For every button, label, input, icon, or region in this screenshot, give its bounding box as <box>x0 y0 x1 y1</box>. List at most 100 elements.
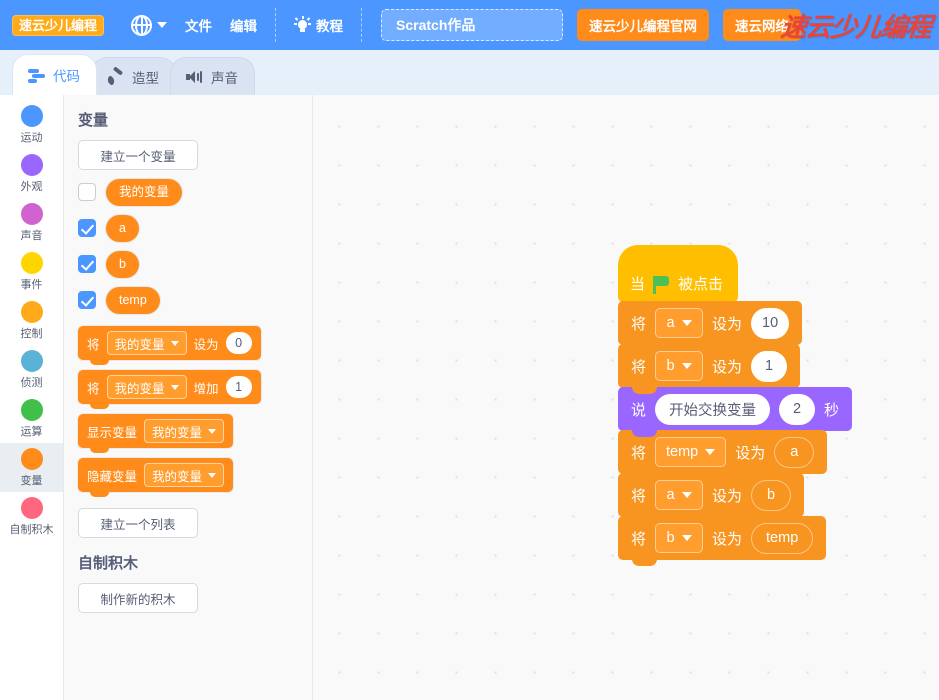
brand-logo: 速云少儿编程 <box>779 12 933 42</box>
block-label-mid: 设为 <box>712 530 743 548</box>
category-color-dot <box>20 447 43 470</box>
palette-block-set-variable[interactable]: 将 我的变量 设为 0 <box>78 326 261 365</box>
dropdown-label: 我的变量 <box>152 425 203 440</box>
variable-row-my-variable[interactable]: 我的变量 <box>78 178 312 206</box>
variable-dropdown[interactable]: 我的变量 <box>144 419 225 443</box>
script-stack[interactable]: 当 被点击 将 a 设为 10 将 b 设为 1 说 开始交换变量 2 秒 将 … <box>618 245 853 566</box>
variable-reporter[interactable]: a <box>774 436 815 468</box>
block-set-a-to-10[interactable]: 将 a 设为 10 <box>618 301 803 351</box>
official-site-button[interactable]: 速云少儿编程官网 <box>577 9 710 41</box>
variable-dropdown[interactable]: a <box>655 480 704 510</box>
tab-costumes-label: 造型 <box>132 70 159 86</box>
variable-reporter[interactable]: b <box>751 479 792 511</box>
code-icon <box>27 67 46 83</box>
variable-checkbox[interactable] <box>78 291 96 309</box>
variable-dropdown[interactable]: 我的变量 <box>144 463 225 487</box>
chevron-down-icon <box>208 428 217 434</box>
variable-dropdown[interactable]: 我的变量 <box>106 375 187 399</box>
number-input[interactable]: 10 <box>751 307 790 339</box>
block-label-pre: 将 <box>631 315 647 333</box>
variable-row-a[interactable]: a <box>78 214 312 242</box>
category-my-blocks[interactable]: 自制积木 <box>0 492 63 541</box>
dropdown-label: b <box>666 358 675 374</box>
number-input[interactable]: 1 <box>225 376 252 398</box>
palette-block-change-variable[interactable]: 将 我的变量 增加 1 <box>78 370 261 409</box>
variable-block[interactable]: b <box>106 250 139 278</box>
category-events[interactable]: 事件 <box>0 247 63 296</box>
block-label-pre: 说 <box>631 401 647 419</box>
seconds-input[interactable]: 2 <box>779 393 816 425</box>
speaker-icon <box>185 69 204 85</box>
tab-sounds-label: 声音 <box>211 70 238 86</box>
category-label: 侦测 <box>20 376 43 389</box>
menu-divider-2 <box>361 8 363 42</box>
category-operators[interactable]: 运算 <box>0 394 63 443</box>
chevron-down-icon <box>170 384 179 390</box>
brush-icon <box>105 65 125 86</box>
category-sound[interactable]: 声音 <box>0 198 63 247</box>
tab-bar: 代码 造型 声音 <box>0 50 939 95</box>
category-variables[interactable]: 变量 <box>0 443 63 492</box>
menu-divider-1 <box>275 8 277 42</box>
block-label-pre: 将 <box>631 487 647 505</box>
palette-block-hide-variable[interactable]: 隐藏变量 我的变量 <box>78 458 234 497</box>
variable-block[interactable]: 我的变量 <box>106 178 183 206</box>
dropdown-label: a <box>666 315 675 331</box>
variable-block[interactable]: temp <box>106 286 160 314</box>
category-sensing[interactable]: 侦测 <box>0 345 63 394</box>
category-color-dot <box>20 153 43 176</box>
category-looks[interactable]: 外观 <box>0 149 63 198</box>
say-text-input[interactable]: 开始交换变量 <box>655 393 771 425</box>
tab-code[interactable]: 代码 <box>12 54 97 95</box>
dropdown-label: a <box>666 487 675 503</box>
block-palette[interactable]: 变量 建立一个变量 我的变量 a b temp 将 我的变量 设为 0 将 我的… <box>64 95 313 700</box>
lightbulb-icon <box>294 15 312 34</box>
block-label-mid: 设为 <box>193 337 219 352</box>
script-canvas[interactable]: 当 被点击 将 a 设为 10 将 b 设为 1 说 开始交换变量 2 秒 将 … <box>313 95 939 700</box>
chevron-down-icon <box>705 449 716 455</box>
variable-reporter[interactable]: temp <box>751 522 814 554</box>
menu-tutorial[interactable]: 教程 <box>285 9 352 41</box>
category-control[interactable]: 控制 <box>0 296 63 345</box>
menu-tutorial-label: 教程 <box>316 19 344 34</box>
number-input[interactable]: 0 <box>225 332 252 354</box>
language-selector[interactable] <box>122 9 176 42</box>
variable-checkbox[interactable] <box>78 219 96 237</box>
variable-dropdown[interactable]: b <box>655 351 704 381</box>
menu-file[interactable]: 文件 <box>176 9 221 41</box>
variable-row-temp[interactable]: temp <box>78 286 312 314</box>
variable-block[interactable]: a <box>106 214 139 242</box>
block-label-pre: 显示变量 <box>87 425 138 440</box>
variable-dropdown[interactable]: temp <box>655 437 727 467</box>
category-label: 声音 <box>20 229 43 242</box>
tab-costumes[interactable]: 造型 <box>91 57 176 95</box>
variable-checkbox[interactable] <box>78 183 96 201</box>
globe-icon <box>131 14 153 36</box>
category-motion[interactable]: 运动 <box>0 100 63 149</box>
project-name-input[interactable] <box>381 9 564 41</box>
make-list-button[interactable]: 建立一个列表 <box>78 508 198 538</box>
variable-checkbox[interactable] <box>78 255 96 273</box>
menu-edit[interactable]: 编辑 <box>221 9 266 41</box>
palette-block-show-variable[interactable]: 显示变量 我的变量 <box>78 414 234 453</box>
variable-row-b[interactable]: b <box>78 250 312 278</box>
app-logo[interactable]: 速云少儿编程 <box>12 14 105 36</box>
category-color-dot <box>20 349 43 372</box>
variable-dropdown[interactable]: a <box>655 308 704 338</box>
tab-sounds[interactable]: 声音 <box>170 57 255 95</box>
variable-dropdown[interactable]: b <box>655 523 704 553</box>
category-label: 自制积木 <box>9 523 54 536</box>
block-label-pre: 将 <box>631 530 647 548</box>
category-color-dot <box>20 496 43 519</box>
dropdown-label: temp <box>666 444 699 460</box>
make-block-button[interactable]: 制作新的积木 <box>78 583 198 613</box>
make-variable-button[interactable]: 建立一个变量 <box>78 140 198 170</box>
block-when-flag-clicked[interactable]: 当 被点击 <box>618 245 738 308</box>
chevron-down-icon <box>681 535 692 541</box>
block-label-pre: 隐藏变量 <box>87 469 138 484</box>
category-color-dot <box>20 398 43 421</box>
variable-dropdown[interactable]: 我的变量 <box>106 331 187 355</box>
block-label-mid: 设为 <box>712 358 743 376</box>
block-say-for-seconds[interactable]: 说 开始交换变量 2 秒 <box>618 387 853 437</box>
number-input[interactable]: 1 <box>751 350 788 382</box>
